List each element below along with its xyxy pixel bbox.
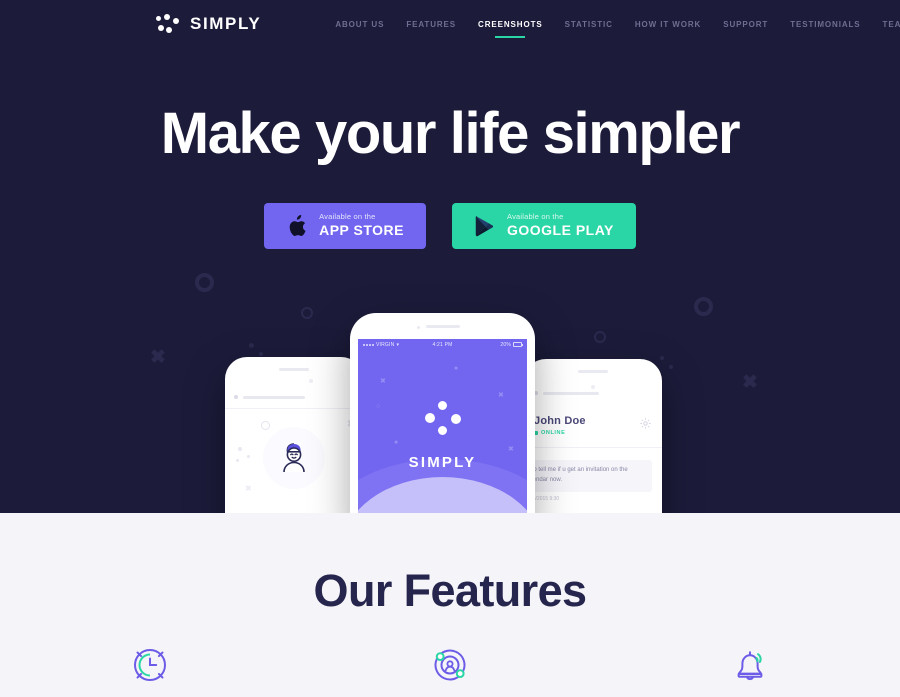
app-splash-screen: VIRGIN ▾ 4:21 PM 20% ✖ ● ✖ ○ ✖ ● SIMPLY xyxy=(358,339,527,513)
phone-mockup-center: VIRGIN ▾ 4:21 PM 20% ✖ ● ✖ ○ ✖ ● SIMPLY xyxy=(350,313,535,513)
phone-speaker xyxy=(578,370,608,373)
user-network-icon xyxy=(434,649,466,681)
decor-dot xyxy=(591,385,595,389)
status-badge: ONLINE xyxy=(534,430,652,436)
nav-item-creenshots[interactable]: CREENSHOTS xyxy=(467,14,554,35)
nav-item-how-it-work[interactable]: HOW IT WORK xyxy=(624,14,712,35)
store-buttons: Available on the APP STORE Available on … xyxy=(0,203,900,249)
apple-icon xyxy=(286,213,308,239)
feature-icons-row xyxy=(0,641,900,687)
notification-bell-icon xyxy=(737,651,763,681)
nav-item-support[interactable]: SUPPORT xyxy=(712,14,779,35)
decor-dot xyxy=(247,455,250,458)
nav-item-features[interactable]: FEATURES xyxy=(395,14,467,35)
feature-item-alarm[interactable] xyxy=(0,641,300,687)
chat-contact-header: John Doe ONLINE xyxy=(524,415,662,448)
chat-timestamp: 05/2015 9:30 xyxy=(530,495,560,502)
chat-message-bubble: Also tell me if u get an invitation on t… xyxy=(524,460,652,492)
dots-cluster-icon xyxy=(421,401,465,441)
decor-dot xyxy=(309,379,313,383)
phone-mockup-right: John Doe ONLINE Also tell me if u get an… xyxy=(524,359,662,513)
alarm-clock-icon xyxy=(134,649,166,681)
phone-top-bar xyxy=(225,357,363,379)
right-phone-screen: John Doe ONLINE Also tell me if u get an… xyxy=(524,381,662,513)
signal-icon xyxy=(363,343,374,346)
decor-x: ✖ xyxy=(245,484,252,493)
features-title: Our Features xyxy=(313,565,587,616)
google-play-small-label: Available on the xyxy=(507,212,564,222)
brand-name: SIMPLY xyxy=(190,14,262,33)
nav-item-team[interactable]: TEAM xyxy=(872,14,900,35)
phone-speaker xyxy=(279,368,309,371)
nav-item-testimonials[interactable]: TESTIMONIALS xyxy=(779,14,871,35)
battery-label: 20% xyxy=(500,341,511,348)
phone-mockup-left: ✖ ✖ xyxy=(225,357,363,513)
battery-icon xyxy=(513,342,523,347)
dots-cluster-icon xyxy=(155,14,181,34)
google-play-button[interactable]: Available on the GOOGLE PLAY xyxy=(452,203,636,249)
contact-name: John Doe xyxy=(534,415,586,427)
app-store-button[interactable]: Available on the APP STORE xyxy=(264,203,426,249)
decor-dot xyxy=(236,459,239,462)
app-store-small-label: Available on the xyxy=(319,212,376,222)
gear-icon[interactable] xyxy=(639,417,652,435)
decor-ring xyxy=(195,273,214,292)
user-avatar-icon xyxy=(283,443,305,473)
clock-label: 4:21 PM xyxy=(432,341,453,348)
nav-item-about-us[interactable]: ABOUT US xyxy=(324,14,395,35)
status-label: ONLINE xyxy=(541,430,566,436)
phone-top-bar xyxy=(350,313,535,339)
hero-headline: Make your life simpler xyxy=(160,101,741,166)
carrier-label: VIRGIN xyxy=(376,341,395,348)
decor-dot: ● xyxy=(394,439,399,446)
hero-section: ✖ ✖ SIMPLY ABOUT US FEATURES CREENSHOTS … xyxy=(0,0,900,513)
google-play-icon xyxy=(474,213,496,239)
app-name: SIMPLY xyxy=(408,454,477,471)
app-store-big-label: APP STORE xyxy=(319,222,404,239)
decor-x: ✖ xyxy=(508,446,514,453)
decor-ring xyxy=(261,421,270,430)
decor-x: ✖ xyxy=(380,378,386,385)
nav-item-statistic[interactable]: STATISTIC xyxy=(554,14,624,35)
brand-logo[interactable]: SIMPLY xyxy=(155,14,261,34)
google-play-big-label: GOOGLE PLAY xyxy=(507,222,614,239)
features-section: Our Features xyxy=(0,513,900,697)
left-phone-screen: ✖ ✖ xyxy=(225,379,363,513)
divider xyxy=(225,408,363,409)
decor-dot: ● xyxy=(454,365,459,372)
phone-speaker xyxy=(425,325,460,328)
wifi-icon: ▾ xyxy=(396,341,400,348)
phone-camera xyxy=(416,326,420,329)
phone-top-bar xyxy=(524,359,662,381)
phone-mockups: ✖ ✖ xyxy=(0,303,900,513)
feature-item-network[interactable] xyxy=(300,641,600,687)
feature-item-bell[interactable] xyxy=(600,641,900,687)
left-phone-header-line xyxy=(234,395,354,399)
phone-status-bar: VIRGIN ▾ 4:21 PM 20% xyxy=(358,339,527,350)
main-navigation: SIMPLY ABOUT US FEATURES CREENSHOTS STAT… xyxy=(0,0,900,48)
avatar xyxy=(263,427,325,489)
decor-dot xyxy=(238,447,242,451)
nav-links: ABOUT US FEATURES CREENSHOTS STATISTIC H… xyxy=(324,14,900,35)
decor-ring: ○ xyxy=(376,403,381,410)
decor-x: ✖ xyxy=(498,392,504,399)
